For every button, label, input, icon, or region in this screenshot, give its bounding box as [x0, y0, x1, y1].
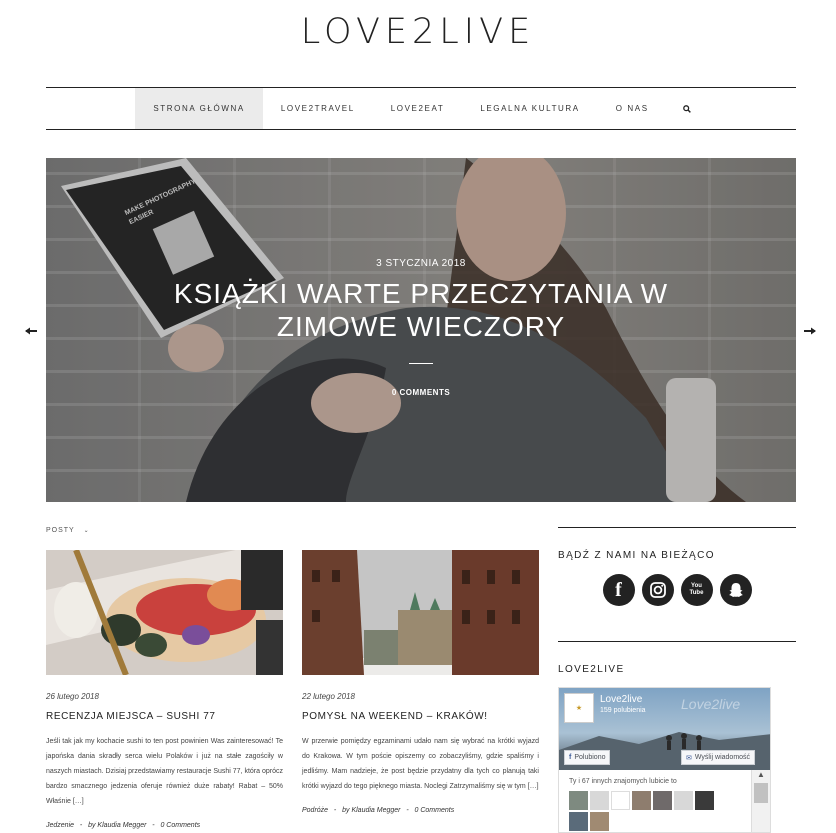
post-comments-link[interactable]: 0 Comments	[415, 807, 455, 814]
posts-filter-label: POSTY	[46, 527, 75, 534]
avatar[interactable]	[632, 791, 651, 810]
posts-filter[interactable]: POSTY ⌄	[46, 527, 90, 534]
fb-scrollbar[interactable]: ▲	[751, 770, 770, 832]
avatar[interactable]	[674, 791, 693, 810]
post-thumbnail-sushi[interactable]	[46, 550, 283, 675]
fb-heading: LOVE2LIVE	[558, 664, 625, 675]
social-heading: BĄDŹ Z NAMI NA BIEŻĄCO	[558, 550, 715, 561]
nav-item-love2eat[interactable]: LOVE2EAT	[373, 88, 463, 129]
messenger-icon: ✉	[686, 754, 692, 762]
post-date: 22 lutego 2018	[302, 692, 355, 701]
sidebar-divider	[558, 641, 796, 642]
post-meta: Jedzenie - by Klaudia Megger - 0 Comment…	[46, 822, 201, 829]
search-icon[interactable]	[667, 88, 707, 129]
post-thumbnail-krakow[interactable]	[302, 550, 539, 675]
avatar[interactable]	[590, 791, 609, 810]
fb-cover-watermark: Love2live	[681, 696, 741, 712]
main-nav: STRONA GŁÓWNA LOVE2TRAVEL LOVE2EAT LEGAL…	[46, 87, 796, 130]
arrow-left-icon[interactable]	[24, 322, 38, 340]
avatar[interactable]	[611, 791, 630, 810]
nav-item-love2travel[interactable]: LOVE2TRAVEL	[263, 88, 373, 129]
arrow-right-icon[interactable]	[803, 322, 817, 340]
sidebar-divider	[558, 527, 796, 528]
hero-comments-link[interactable]: 0 COMMENTS	[46, 388, 796, 397]
post-author-link[interactable]: by Klaudia Megger	[342, 807, 400, 814]
hero-title[interactable]: KSIĄŻKI WARTE PRZECZYTANIA W ZIMOWE WIEC…	[141, 277, 701, 343]
fb-like-label: Polubiono	[574, 754, 606, 761]
hero-date: 3 STYCZNIA 2018	[376, 258, 466, 269]
fb-friends-section: Ty i 67 innych znajomych lubicie to ▲	[559, 770, 770, 832]
post-comments-link[interactable]: 0 Comments	[160, 822, 200, 829]
fb-page-avatar[interactable]: ★	[564, 693, 594, 723]
fb-friend-avatars	[569, 791, 729, 831]
post-category-link[interactable]: Podróże	[302, 807, 328, 814]
fb-like-button[interactable]: f Polubiono	[564, 750, 611, 765]
fb-message-button[interactable]: ✉ Wyślij wiadomość	[681, 750, 756, 765]
post-card: 26 lutego 2018 RECENZJA MIEJSCA – SUSHI …	[46, 550, 283, 829]
post-title[interactable]: RECENZJA MIEJSCA – SUSHI 77	[46, 711, 283, 722]
post-category-link[interactable]: Jedzenie	[46, 822, 74, 829]
avatar[interactable]	[569, 791, 588, 810]
fb-message-label: Wyślij wiadomość	[694, 754, 751, 761]
nav-item-o-nas[interactable]: O NAS	[598, 88, 667, 129]
fb-cover-photo[interactable]: ★ Love2live 159 polubienia Love2live f P…	[559, 688, 770, 770]
chevron-down-icon: ⌄	[83, 528, 90, 534]
post-author-link[interactable]: by Klaudia Megger	[88, 822, 146, 829]
facebook-page-widget: ★ Love2live 159 polubienia Love2live f P…	[558, 687, 771, 833]
post-date: 26 lutego 2018	[46, 692, 99, 701]
post-title[interactable]: POMYSŁ NA WEEKEND – KRAKÓW!	[302, 711, 539, 722]
nav-item-home[interactable]: STRONA GŁÓWNA	[135, 88, 263, 129]
instagram-icon[interactable]	[641, 574, 674, 606]
snapchat-icon[interactable]	[719, 574, 752, 606]
featured-slide[interactable]: MAKE PHOTOGRAPHY EASIER 3 STYCZNIA 2018 …	[46, 158, 796, 502]
post-excerpt: Jeśli tak jak my kochacie sushi to ten p…	[46, 738, 283, 805]
fb-like-count: 159 polubienia	[600, 707, 646, 714]
site-logo[interactable]: LOVE2LIVE	[0, 12, 836, 52]
hero-divider	[409, 363, 433, 364]
fb-friends-text: Ty i 67 innych znajomych lubicie to	[569, 778, 677, 785]
avatar[interactable]	[653, 791, 672, 810]
scroll-thumb[interactable]	[754, 783, 768, 803]
post-meta: Podróże - by Klaudia Megger - 0 Comments	[302, 807, 455, 814]
avatar[interactable]	[590, 812, 609, 831]
nav-item-legalna-kultura[interactable]: LEGALNA KULTURA	[462, 88, 597, 129]
facebook-icon[interactable]: f	[602, 574, 635, 606]
chevron-up-icon[interactable]: ▲	[752, 770, 770, 779]
facebook-icon: f	[569, 754, 572, 761]
fb-page-name[interactable]: Love2live	[600, 694, 642, 705]
social-icons: f You Tube	[558, 574, 796, 606]
avatar[interactable]	[569, 812, 588, 831]
post-excerpt: W przerwie pomiędzy egzaminami udało nam…	[302, 738, 539, 790]
youtube-icon[interactable]: You Tube	[680, 574, 713, 606]
hero-caption: 3 STYCZNIA 2018 KSIĄŻKI WARTE PRZECZYTAN…	[46, 258, 796, 397]
post-card: 22 lutego 2018 POMYSŁ NA WEEKEND – KRAKÓ…	[302, 550, 539, 814]
avatar[interactable]	[695, 791, 714, 810]
